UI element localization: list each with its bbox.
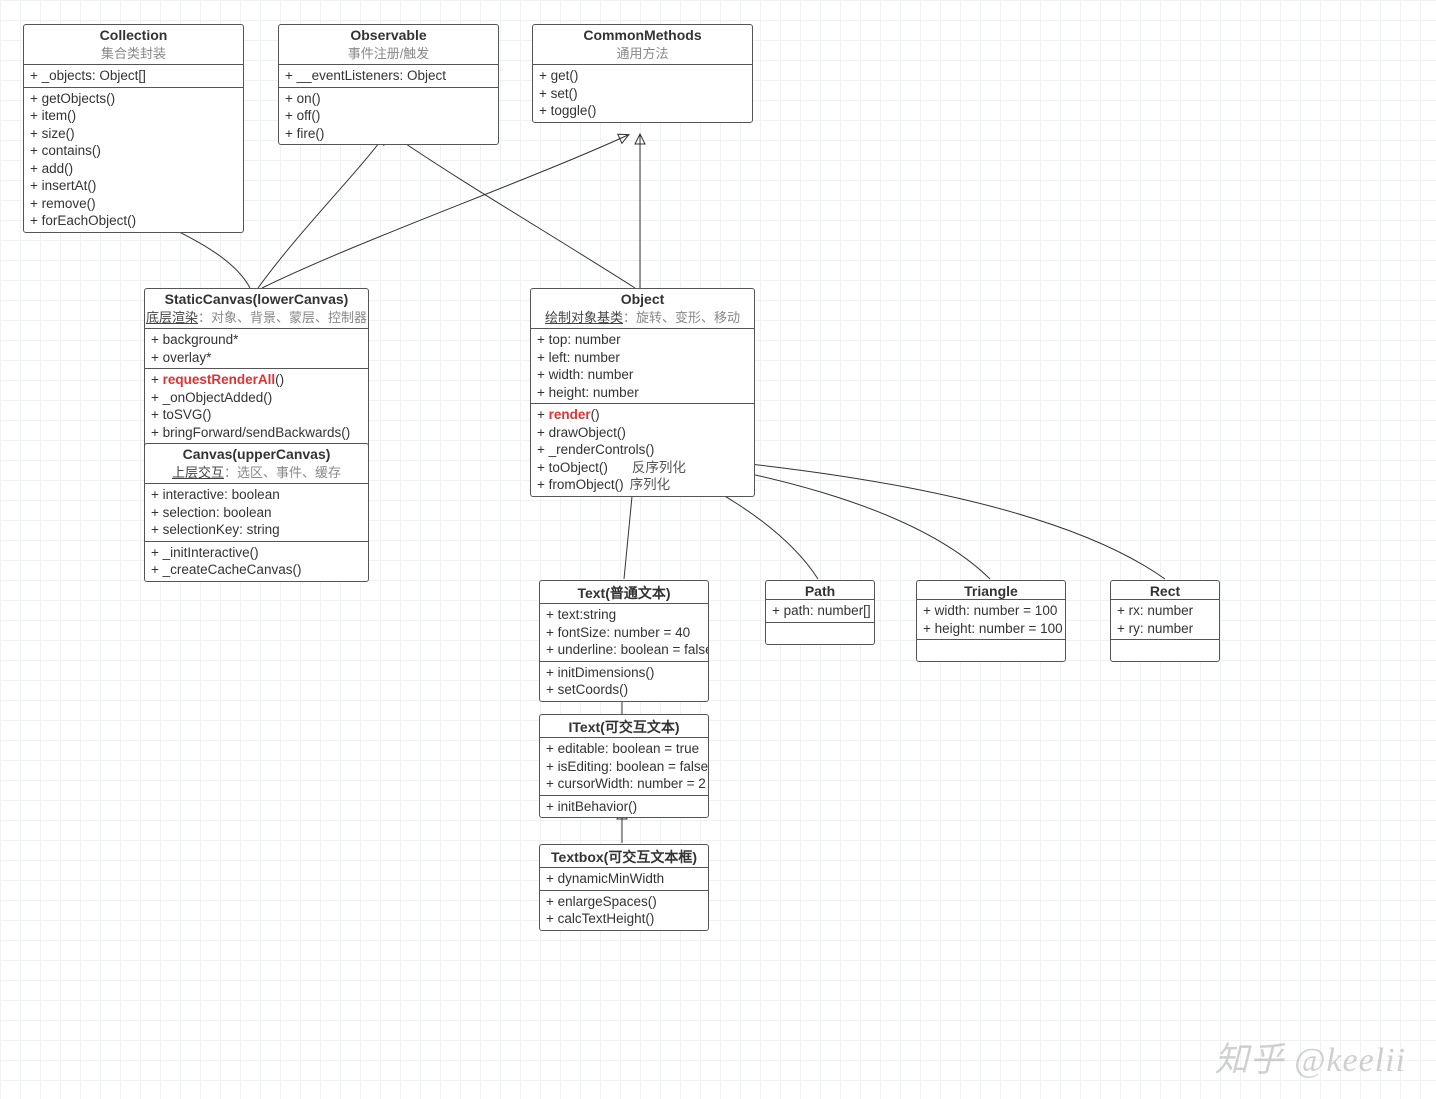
- methods: + render() + drawObject() + _renderContr…: [531, 403, 754, 496]
- class-subtitle: 事件注册/触发: [279, 43, 498, 64]
- attrs: + width: number = 100+ height: number = …: [917, 599, 1065, 639]
- class-subtitle: 上层交互：选区、事件、缓存: [145, 462, 368, 483]
- class-title: Object: [531, 289, 754, 307]
- class-collection: Collection 集合类封装 + _objects: Object[] + …: [23, 24, 244, 233]
- class-object: Object 绘制对象基类：旋转、变形、移动 + top: number+ le…: [530, 288, 755, 497]
- watermark: 知乎 @keelii: [1215, 1032, 1406, 1081]
- class-canvas: Canvas(upperCanvas) 上层交互：选区、事件、缓存 + inte…: [144, 443, 369, 582]
- class-text: Text(普通文本) + text:string+ fontSize: numb…: [539, 580, 709, 702]
- methods: + _initInteractive()+ _createCacheCanvas…: [145, 541, 368, 581]
- class-title: Collection: [24, 25, 243, 43]
- class-triangle: Triangle + width: number = 100+ height: …: [916, 580, 1066, 662]
- class-subtitle: 集合类封装: [24, 43, 243, 64]
- methods: [917, 639, 1065, 661]
- attrs: + top: number+ left: number + width: num…: [531, 328, 754, 403]
- attrs: + text:string+ fontSize: number = 40+ un…: [540, 603, 708, 661]
- attrs: + dynamicMinWidth: [540, 867, 708, 890]
- class-commonmethods: CommonMethods 通用方法 + get()+ set()+ toggl…: [532, 24, 753, 123]
- class-rect: Rect + rx: number+ ry: number: [1110, 580, 1220, 662]
- attrs: + interactive: boolean+ selection: boole…: [145, 483, 368, 541]
- class-title: Observable: [279, 25, 498, 43]
- class-title: CommonMethods: [533, 25, 752, 43]
- class-textbox: Textbox(可交互文本框) + dynamicMinWidth + enla…: [539, 844, 709, 931]
- class-title: Rect: [1111, 581, 1219, 599]
- class-title: Textbox(可交互文本框): [540, 845, 708, 867]
- attrs: + rx: number+ ry: number: [1111, 599, 1219, 639]
- class-observable: Observable 事件注册/触发 + __eventListeners: O…: [278, 24, 499, 145]
- attrs: + background*+ overlay*: [145, 328, 368, 368]
- class-subtitle: 底层渲染：对象、背景、蒙层、控制器: [145, 307, 368, 328]
- class-itext: IText(可交互文本) + editable: boolean = true+…: [539, 714, 709, 818]
- class-subtitle: 通用方法: [533, 43, 752, 64]
- methods: + initBehavior(): [540, 795, 708, 818]
- class-path: Path + path: number[]: [765, 580, 875, 645]
- attrs: + _objects: Object[]: [24, 64, 243, 87]
- class-title: Canvas(upperCanvas): [145, 444, 368, 462]
- methods: + getObjects()+ item() + size()+ contain…: [24, 87, 243, 232]
- methods: + on()+ off()+ fire(): [279, 87, 498, 145]
- class-title: Triangle: [917, 581, 1065, 599]
- attrs: + editable: boolean = true+ isEditing: b…: [540, 737, 708, 795]
- class-title: StaticCanvas(lowerCanvas): [145, 289, 368, 307]
- class-title: Path: [766, 581, 874, 599]
- attrs: + path: number[]: [766, 599, 874, 622]
- class-title: Text(普通文本): [540, 581, 708, 603]
- class-title: IText(可交互文本): [540, 715, 708, 737]
- methods: [1111, 639, 1219, 661]
- methods: + initDimensions()+ setCoords(): [540, 661, 708, 701]
- methods: [766, 622, 874, 644]
- methods: + enlargeSpaces()+ calcTextHeight(): [540, 890, 708, 930]
- methods: + get()+ set()+ toggle(): [533, 64, 752, 122]
- attrs: + __eventListeners: Object: [279, 64, 498, 87]
- class-subtitle: 绘制对象基类：旋转、变形、移动: [531, 307, 754, 328]
- class-staticcanvas: StaticCanvas(lowerCanvas) 底层渲染：对象、背景、蒙层、…: [144, 288, 369, 462]
